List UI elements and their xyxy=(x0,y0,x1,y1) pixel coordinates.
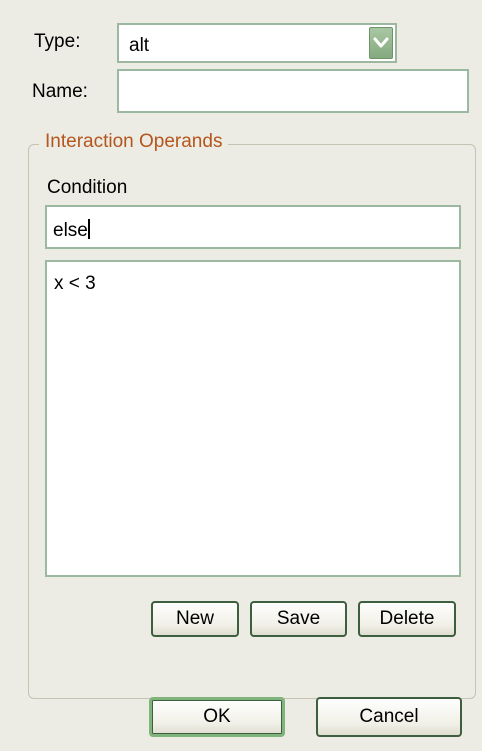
name-label: Name: xyxy=(32,81,88,102)
operand-list[interactable]: x < 3 xyxy=(45,260,461,577)
delete-button[interactable]: Delete xyxy=(358,601,456,637)
condition-value: else xyxy=(53,220,88,241)
ok-button[interactable]: OK xyxy=(149,697,285,737)
group-title: Interaction Operands xyxy=(39,131,229,153)
condition-label: Condition xyxy=(47,177,128,198)
name-input[interactable] xyxy=(117,69,469,113)
new-button[interactable]: New xyxy=(151,601,239,637)
text-caret xyxy=(87,219,90,239)
list-item[interactable]: x < 3 xyxy=(54,273,96,295)
type-label: Type: xyxy=(34,31,81,52)
cancel-button[interactable]: Cancel xyxy=(316,697,462,737)
save-button[interactable]: Save xyxy=(250,601,347,637)
dropdown-button[interactable] xyxy=(369,27,393,59)
type-value: alt xyxy=(129,35,150,56)
chevron-down-icon xyxy=(373,37,389,48)
type-combobox[interactable]: alt xyxy=(117,23,397,63)
condition-input[interactable]: else xyxy=(45,205,461,249)
